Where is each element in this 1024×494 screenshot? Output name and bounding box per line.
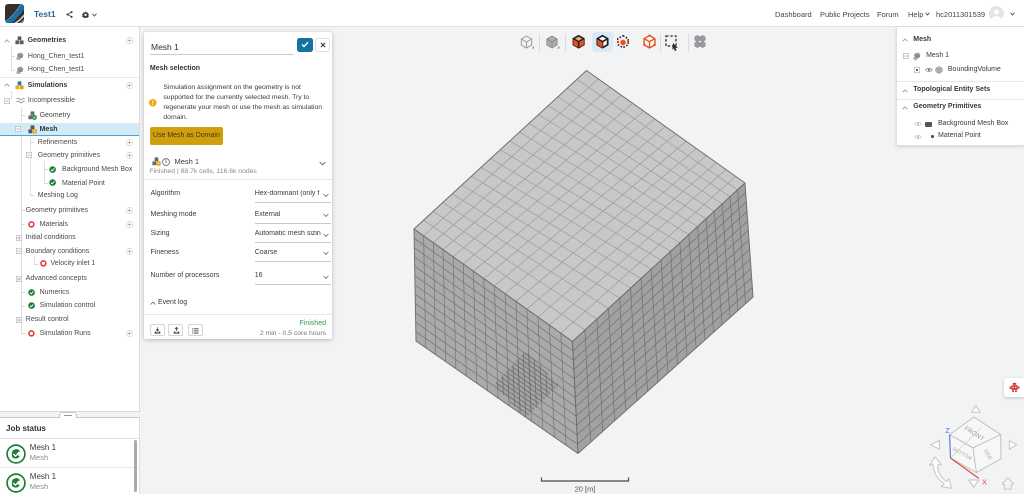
svg-text:20 [m]: 20 [m] — [575, 485, 596, 494]
svg-text:Z: Z — [945, 426, 950, 435]
svg-text:X: X — [982, 478, 987, 487]
